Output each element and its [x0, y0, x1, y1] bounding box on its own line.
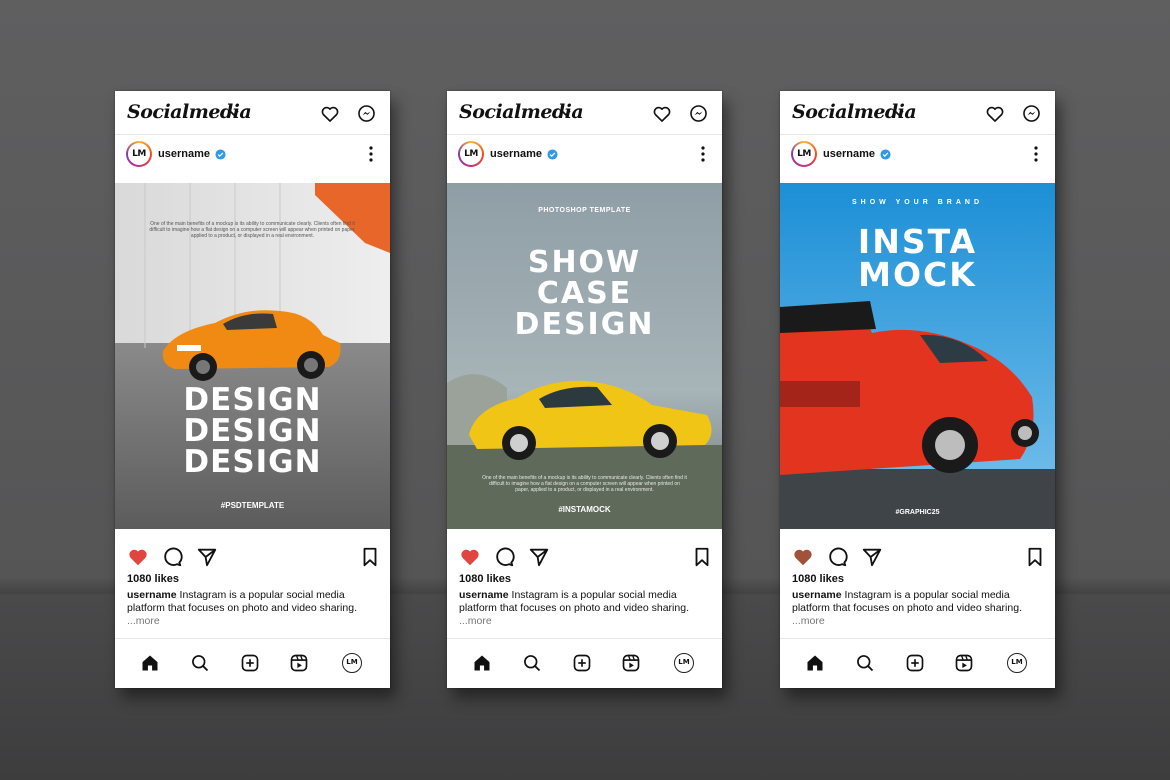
- heart-icon[interactable]: [320, 104, 340, 124]
- headline-line-3: DESIGN: [183, 444, 322, 480]
- comment-icon[interactable]: [826, 546, 848, 568]
- reels-icon[interactable]: [289, 653, 309, 673]
- post-username[interactable]: username: [823, 148, 875, 160]
- more-options-icon[interactable]: [368, 145, 374, 163]
- create-icon[interactable]: [240, 653, 260, 673]
- post-username[interactable]: username: [158, 148, 210, 160]
- reels-icon[interactable]: [621, 653, 641, 673]
- caption-username[interactable]: username: [792, 589, 842, 601]
- divider: [780, 134, 1055, 135]
- chevron-down-icon[interactable]: [227, 106, 241, 120]
- kicker: PHOTOSHOP TEMPLATE: [538, 207, 631, 214]
- more-options-icon[interactable]: [1033, 145, 1039, 163]
- heart-icon[interactable]: [652, 104, 672, 124]
- like-heart-icon[interactable]: [459, 546, 481, 568]
- bookmark-icon[interactable]: [359, 546, 381, 568]
- search-icon[interactable]: [522, 653, 542, 673]
- headline-line-2: DESIGN: [183, 413, 322, 449]
- bottom-nav: LM: [447, 639, 722, 688]
- headline-line-2: CASE: [536, 276, 633, 311]
- more-link[interactable]: ...more: [792, 615, 825, 627]
- avatar-initials: LM: [128, 143, 150, 165]
- post-image: SHOW YOUR BRAND INSTA MOCK #GRAPHIC25: [780, 183, 1055, 529]
- post-username[interactable]: username: [490, 148, 542, 160]
- top-bar: Socialmedia: [447, 91, 722, 135]
- heart-icon[interactable]: [985, 104, 1005, 124]
- kicker: SHOW YOUR BRAND: [851, 199, 984, 206]
- messenger-icon[interactable]: [1022, 104, 1041, 123]
- like-count[interactable]: 1080 likes: [459, 573, 511, 585]
- post-card-3: Socialmedia LM username SHOW YOUR BRAND …: [780, 91, 1055, 688]
- avatar[interactable]: LM: [791, 141, 817, 167]
- like-heart-icon[interactable]: [127, 546, 149, 568]
- bookmark-icon[interactable]: [1024, 546, 1046, 568]
- headline-line-1: INSTA: [857, 222, 978, 261]
- messenger-icon[interactable]: [689, 104, 708, 123]
- post-small-text: One of the main benefits of a mockup is …: [149, 221, 356, 239]
- more-link[interactable]: ...more: [127, 615, 160, 627]
- verified-badge-icon: [215, 149, 226, 160]
- comment-icon[interactable]: [161, 546, 183, 568]
- caption-username[interactable]: username: [459, 589, 509, 601]
- avatar[interactable]: LM: [126, 141, 152, 167]
- home-icon[interactable]: [472, 653, 492, 673]
- create-icon[interactable]: [572, 653, 592, 673]
- top-bar: Socialmedia: [115, 91, 390, 135]
- like-count[interactable]: 1080 likes: [792, 573, 844, 585]
- headline-line-2: MOCK: [858, 255, 977, 294]
- top-bar: Socialmedia: [780, 91, 1055, 135]
- share-icon[interactable]: [861, 546, 883, 568]
- verified-badge-icon: [880, 149, 891, 160]
- home-icon[interactable]: [805, 653, 825, 673]
- post-image: One of the main benefits of a mockup is …: [115, 183, 390, 529]
- verified-badge-icon: [547, 149, 558, 160]
- messenger-icon[interactable]: [357, 104, 376, 123]
- post-card-1: Socialmedia LM username One of the main …: [115, 91, 390, 688]
- caption: username Instagram is a popular social m…: [127, 589, 382, 615]
- share-icon[interactable]: [196, 546, 218, 568]
- bookmark-icon[interactable]: [691, 546, 713, 568]
- search-icon[interactable]: [855, 653, 875, 673]
- bottom-nav: LM: [780, 639, 1055, 688]
- hashtag: #GRAPHIC25: [895, 509, 940, 516]
- post-image: PHOTOSHOP TEMPLATE SHOW CASE DESIGN One …: [447, 183, 722, 529]
- profile-icon[interactable]: LM: [342, 653, 362, 673]
- chevron-down-icon[interactable]: [559, 106, 573, 120]
- headline-line-1: DESIGN: [183, 382, 322, 418]
- profile-icon[interactable]: LM: [674, 653, 694, 673]
- like-heart-icon[interactable]: [792, 546, 814, 568]
- hashtag: #PSDTEMPLATE: [220, 501, 285, 510]
- caption-username[interactable]: username: [127, 589, 177, 601]
- post-small-text: One of the main benefits of a mockup is …: [482, 475, 687, 493]
- comment-icon[interactable]: [493, 546, 515, 568]
- bottom-nav: LM: [115, 639, 390, 688]
- hashtag: #INSTAMOCK: [558, 505, 611, 514]
- share-icon[interactable]: [528, 546, 550, 568]
- create-icon[interactable]: [905, 653, 925, 673]
- post-card-2: Socialmedia LM username PHOTOSHOP TEMPLA…: [447, 91, 722, 688]
- like-count[interactable]: 1080 likes: [127, 573, 179, 585]
- caption: username Instagram is a popular social m…: [459, 589, 714, 615]
- more-link[interactable]: ...more: [459, 615, 492, 627]
- more-options-icon[interactable]: [700, 145, 706, 163]
- caption: username Instagram is a popular social m…: [792, 589, 1047, 615]
- avatar[interactable]: LM: [458, 141, 484, 167]
- avatar-initials: LM: [460, 143, 482, 165]
- home-icon[interactable]: [140, 653, 160, 673]
- profile-icon[interactable]: LM: [1007, 653, 1027, 673]
- headline-line-3: DESIGN: [514, 307, 655, 342]
- divider: [447, 134, 722, 135]
- headline-line-1: SHOW: [527, 245, 642, 280]
- chevron-down-icon[interactable]: [892, 106, 906, 120]
- divider: [115, 134, 390, 135]
- avatar-initials: LM: [793, 143, 815, 165]
- search-icon[interactable]: [190, 653, 210, 673]
- reels-icon[interactable]: [954, 653, 974, 673]
